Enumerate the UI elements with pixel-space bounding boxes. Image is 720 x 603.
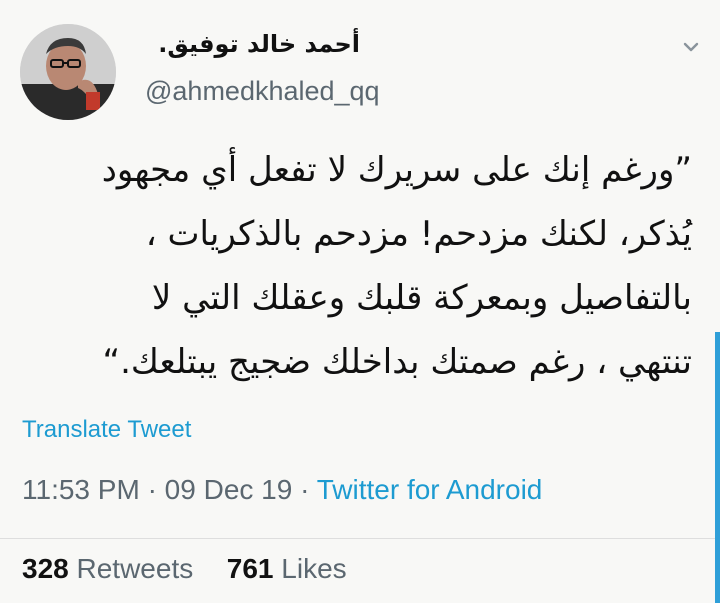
- tweet-source-link[interactable]: Twitter for Android: [317, 474, 543, 505]
- tweet-date: 09 Dec 19: [164, 474, 293, 505]
- tweet-meta: 11:53 PM · 09 Dec 19 · Twitter for Andro…: [22, 474, 542, 506]
- profile-photo-icon: [20, 24, 116, 120]
- author-name[interactable]: أحمد خالد توفيق.: [150, 30, 360, 58]
- likes-label: Likes: [281, 553, 347, 584]
- divider: [0, 538, 720, 539]
- chevron-down-icon[interactable]: [680, 36, 702, 58]
- meta-separator: ·: [147, 474, 157, 505]
- tweet-time: 11:53 PM: [22, 474, 140, 505]
- retweets-count: 328: [22, 553, 69, 584]
- likes-count: 761: [226, 553, 274, 584]
- tweet-text-line: يُذكر، لكنك مزدحم! مزدحم بالذكريات ،: [145, 214, 692, 254]
- tweet-text-line: بالتفاصيل وبمعركة قلبك وعقلك التي لا: [151, 278, 692, 318]
- tweet-card: أحمد خالد توفيق. @ahmedkhaled_qq ”ورغم إ…: [0, 0, 720, 603]
- translate-tweet-link[interactable]: Translate Tweet: [22, 416, 191, 444]
- author-handle[interactable]: @ahmedkhaled_qq: [145, 76, 380, 107]
- tweet-text-line: ”ورغم إنك على سريرك لا تفعل أي مجهود: [101, 150, 692, 190]
- tweet-stats: 328 Retweets 761 Likes: [22, 553, 347, 585]
- author-avatar[interactable]: [20, 24, 116, 120]
- likes-stat[interactable]: 761 Likes: [227, 553, 347, 584]
- tweet-text: ”ورغم إنك على سريرك لا تفعل أي مجهود يُذ…: [20, 138, 692, 394]
- retweets-stat[interactable]: 328 Retweets: [22, 553, 201, 584]
- retweets-label: Retweets: [76, 553, 194, 584]
- scrollbar[interactable]: [715, 332, 720, 603]
- tweet-text-line: تنتهي ، رغم صمتك بداخلك ضجيج يبتلعك.“: [102, 342, 692, 382]
- meta-separator: ·: [300, 474, 310, 505]
